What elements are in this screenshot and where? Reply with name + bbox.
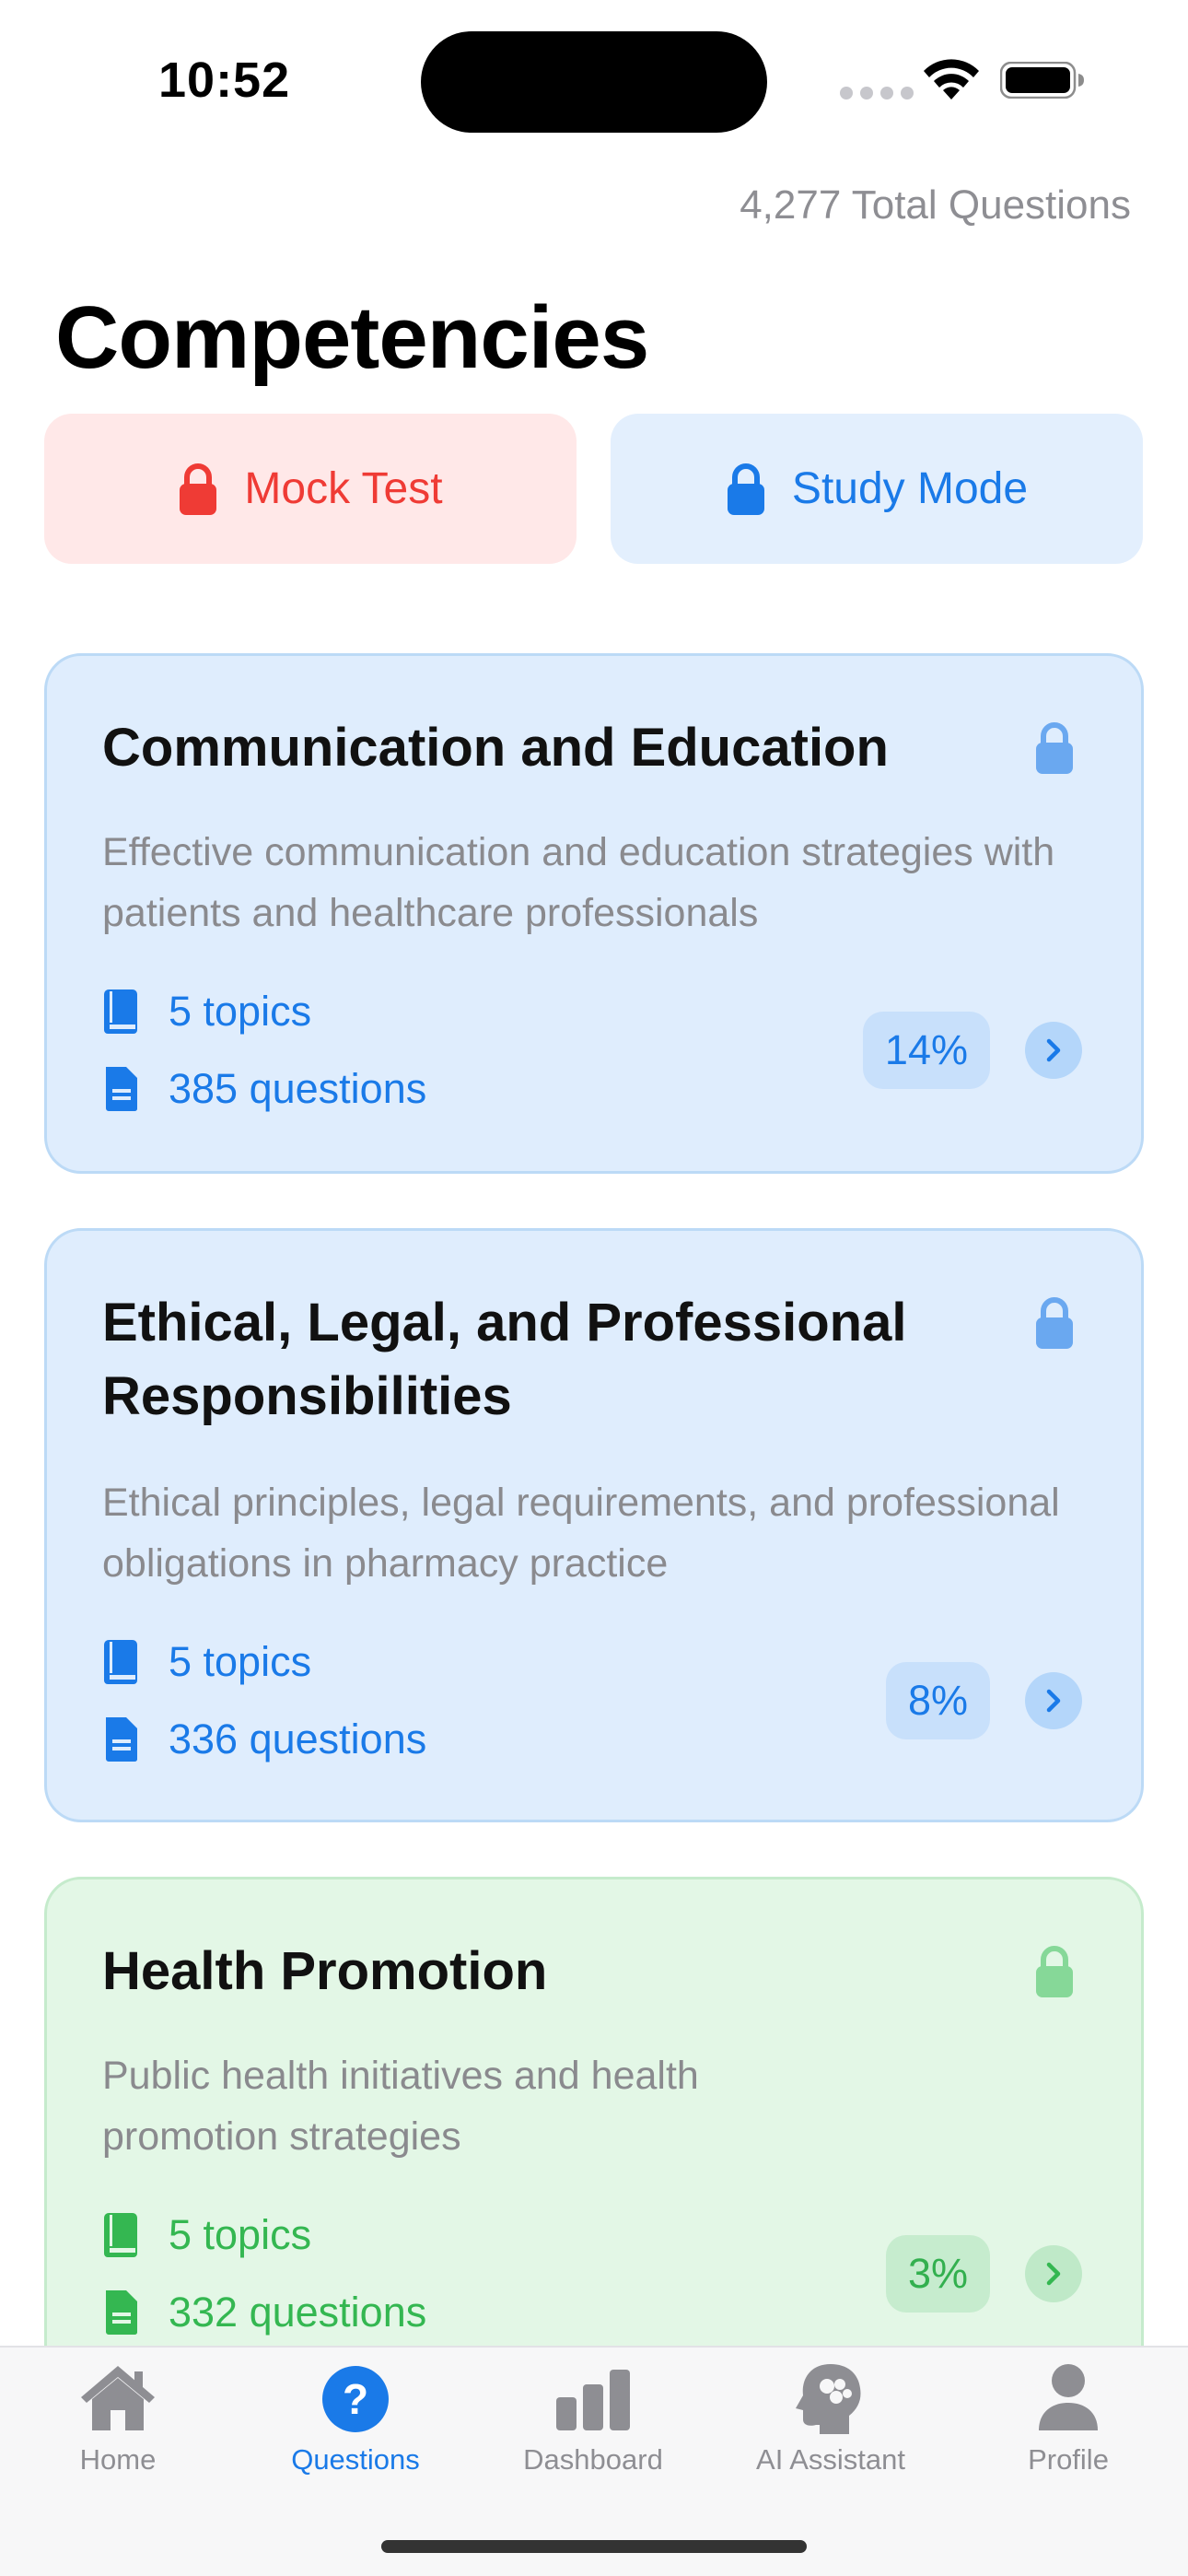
card-title: Health Promotion: [102, 1941, 548, 2001]
mock-test-label: Mock Test: [244, 464, 443, 513]
tab-ai-assistant[interactable]: AI Assistant: [729, 2360, 932, 2476]
brain-head-icon: [796, 2364, 861, 2434]
progress-badge: 14%: [862, 1012, 990, 1089]
chevron-right-icon[interactable]: [1025, 1672, 1082, 1729]
lock-icon: [180, 463, 217, 515]
tab-home[interactable]: Home: [17, 2360, 219, 2476]
card-title: Communication and Education: [102, 718, 889, 778]
document-icon: [106, 1717, 137, 1762]
tab-dashboard[interactable]: Dashboard: [492, 2360, 694, 2476]
topics-count: 5 topics: [102, 2211, 311, 2259]
questions-count: 385 questions: [102, 1065, 426, 1113]
lock-icon: [1036, 722, 1073, 774]
book-icon: [104, 1640, 137, 1684]
dynamic-island: [421, 31, 767, 133]
card-description: Public health initiatives and health pro…: [102, 2054, 699, 2159]
questions-count: 332 questions: [102, 2289, 426, 2336]
question-circle-icon: ?: [322, 2366, 389, 2432]
cellular-signal-icon: [840, 87, 914, 100]
competency-card-communication[interactable]: Communication and Education Effective co…: [44, 653, 1144, 1174]
lock-icon: [1036, 1946, 1073, 1997]
competency-card-health-promotion[interactable]: Health Promotion Public health initiativ…: [44, 1877, 1144, 2393]
chevron-right-icon[interactable]: [1025, 2245, 1082, 2302]
lock-icon: [1036, 1297, 1073, 1349]
svg-text:?: ?: [343, 2375, 368, 2423]
person-icon: [1039, 2364, 1098, 2430]
battery-icon: [1000, 62, 1084, 99]
status-bar: 10:52: [0, 0, 1188, 157]
topics-count: 5 topics: [102, 988, 311, 1036]
questions-count: 336 questions: [102, 1715, 426, 1763]
chevron-right-icon[interactable]: [1025, 1022, 1082, 1079]
competency-card-ethical[interactable]: Ethical, Legal, and Professional Respons…: [44, 1228, 1144, 1822]
book-icon: [104, 2213, 137, 2257]
mock-test-button[interactable]: Mock Test: [44, 414, 577, 564]
card-description: Ethical principles, legal requirements, …: [102, 1481, 1060, 1586]
book-icon: [104, 989, 137, 1034]
topics-count: 5 topics: [102, 1638, 311, 1686]
status-time: 10:52: [158, 53, 291, 108]
home-indicator: [381, 2540, 807, 2553]
card-description: Effective communication and education st…: [102, 830, 1055, 935]
lock-icon: [727, 463, 764, 515]
study-mode-label: Study Mode: [791, 464, 1029, 513]
tab-profile[interactable]: Profile: [967, 2360, 1170, 2476]
page-title: Competencies: [55, 288, 649, 387]
progress-badge: 3%: [885, 2235, 990, 2313]
bar-chart-icon: [556, 2370, 630, 2430]
wifi-icon: [924, 59, 979, 100]
study-mode-button[interactable]: Study Mode: [611, 414, 1143, 564]
tab-questions[interactable]: ? Questions: [254, 2360, 457, 2476]
document-icon: [106, 1067, 137, 1112]
progress-badge: 8%: [885, 1662, 990, 1739]
card-title: Ethical, Legal, and Professional Respons…: [102, 1293, 907, 1426]
document-icon: [106, 2290, 137, 2336]
house-icon: [81, 2366, 155, 2430]
total-questions-count: 4,277 Total Questions: [740, 182, 1131, 228]
